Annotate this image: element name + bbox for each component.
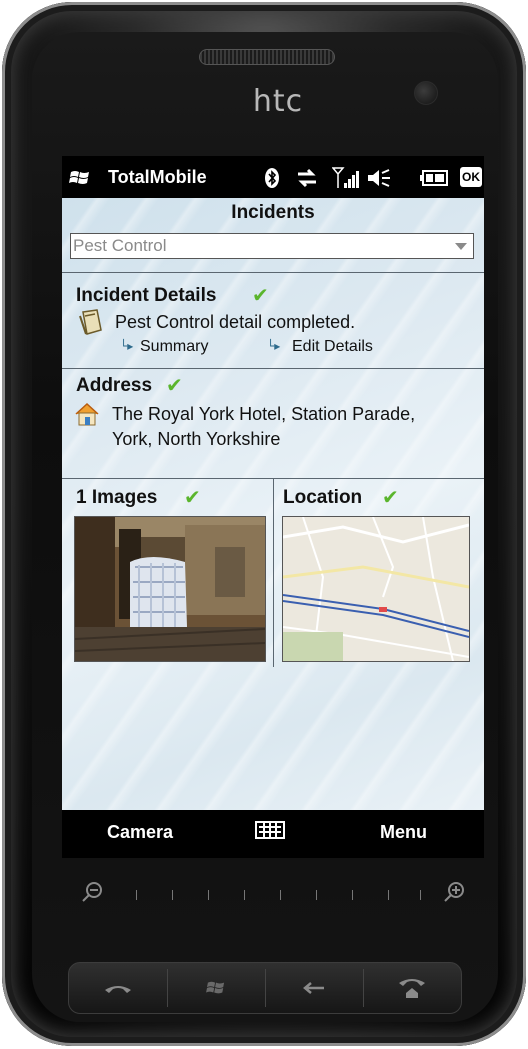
status-icons: OK — [262, 164, 482, 192]
address-title[interactable]: Address — [76, 375, 152, 397]
zoom-tick — [280, 890, 281, 900]
volume-icon — [368, 169, 390, 187]
zoom-tick — [352, 890, 353, 900]
check-icon: ✔ — [184, 485, 201, 509]
edit-details-link[interactable]: Edit Details — [292, 338, 373, 356]
front-camera — [414, 81, 438, 105]
chevron-down-icon — [455, 243, 467, 250]
back-arrow-icon — [303, 982, 324, 994]
earpiece-speaker — [199, 49, 335, 65]
status-bar: TotalMobile OK — [62, 156, 484, 198]
battery-icon — [420, 170, 448, 186]
camera-softkey[interactable]: Camera — [107, 822, 173, 843]
zoom-bar[interactable] — [80, 876, 464, 916]
end-call-home-icon — [399, 979, 425, 998]
brand-logo: htc — [252, 84, 304, 119]
summary-link[interactable]: Summary — [140, 338, 208, 356]
zoom-in-icon[interactable] — [442, 880, 466, 904]
phone-call-icon — [105, 986, 131, 993]
location-title[interactable]: Location — [283, 487, 362, 509]
column-divider — [273, 479, 274, 667]
incident-details-title[interactable]: Incident Details — [76, 285, 216, 307]
ok-button[interactable]: OK — [460, 167, 482, 187]
screen: TotalMobile OK Incidents Pest Control In… — [62, 156, 484, 858]
end-call-home-button[interactable] — [363, 963, 461, 1013]
divider — [62, 272, 484, 273]
dropdown-value: Pest Control — [73, 236, 167, 255]
start-button[interactable] — [167, 963, 265, 1013]
address-line-1: The Royal York Hotel, Station Parade, — [112, 404, 416, 424]
house-icon — [75, 402, 99, 426]
bluetooth-icon — [265, 168, 279, 188]
address-line-2: York, North Yorkshire — [112, 429, 281, 449]
app-name: TotalMobile — [108, 167, 207, 187]
data-sync-icon — [298, 168, 316, 188]
menu-softkey[interactable]: Menu — [380, 822, 427, 843]
clipboard-icon — [79, 309, 102, 335]
location-map — [283, 517, 469, 661]
windows-flag-icon[interactable] — [69, 168, 91, 188]
check-icon: ✔ — [252, 283, 269, 307]
link-arrow-icon: └▸ — [267, 339, 281, 353]
check-icon: ✔ — [166, 373, 183, 397]
content-area: Incidents Pest Control Incident Details … — [62, 198, 484, 810]
incident-photo-thumbnail[interactable] — [74, 516, 266, 662]
images-title[interactable]: 1 Images — [76, 487, 157, 509]
signal-icon — [332, 167, 359, 188]
zoom-tick — [420, 890, 421, 900]
link-arrow-icon: └▸ — [120, 339, 134, 353]
check-icon: ✔ — [382, 485, 399, 509]
soft-key-bar: Camera Menu — [62, 810, 484, 858]
hardware-button-bar — [68, 962, 462, 1014]
windows-flag-icon — [206, 981, 225, 994]
zoom-tick — [136, 890, 137, 900]
zoom-tick — [244, 890, 245, 900]
zoom-tick — [388, 890, 389, 900]
keyboard-icon[interactable] — [255, 821, 285, 839]
location-map-thumbnail[interactable] — [282, 516, 470, 662]
zoom-out-icon[interactable] — [80, 880, 104, 904]
back-button[interactable] — [265, 963, 363, 1013]
incident-photo — [75, 517, 265, 661]
zoom-tick — [208, 890, 209, 900]
zoom-tick — [172, 890, 173, 900]
incident-detail-text: Pest Control detail completed. — [115, 312, 356, 332]
page-title: Incidents — [231, 202, 315, 223]
divider — [62, 368, 484, 369]
zoom-tick — [316, 890, 317, 900]
call-button[interactable] — [69, 963, 167, 1013]
incident-type-dropdown[interactable]: Pest Control — [70, 233, 474, 259]
